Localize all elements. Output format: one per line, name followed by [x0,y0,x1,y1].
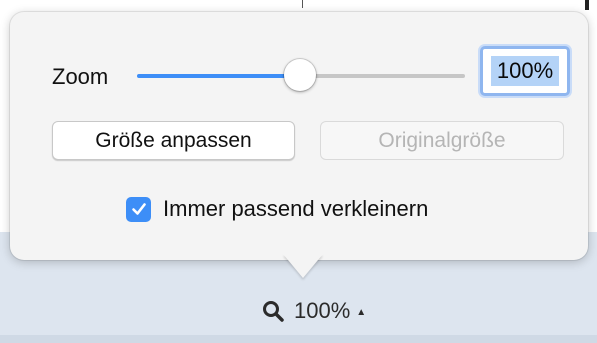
divider [302,0,303,8]
zoom-value-selected-text: 100% [490,56,560,86]
popover-arrow [283,254,323,278]
zoom-slider-track[interactable] [300,74,465,78]
zoom-value-field[interactable]: 100% [480,46,570,96]
zoom-slider-knob[interactable] [284,59,316,91]
zoom-label: Zoom [52,64,109,89]
zoom-status-button[interactable]: 100% ▲ [262,296,366,326]
shrink-to-fit-checkbox[interactable] [126,196,151,222]
shrink-to-fit-option[interactable]: Immer passend verkleinern [126,196,428,222]
divider [585,0,589,10]
caret-up-icon: ▲ [356,306,367,318]
status-bar-edge [0,335,597,343]
magnifier-icon [262,300,284,322]
zoom-slider-fill[interactable] [137,74,300,78]
fit-size-button[interactable]: Größe anpassen [52,121,295,160]
original-size-button[interactable]: Originalgröße [320,121,564,160]
shrink-to-fit-label: Immer passend verkleinern [163,196,429,221]
zoom-status-value: 100% [294,298,351,323]
checkmark-icon [131,203,146,215]
